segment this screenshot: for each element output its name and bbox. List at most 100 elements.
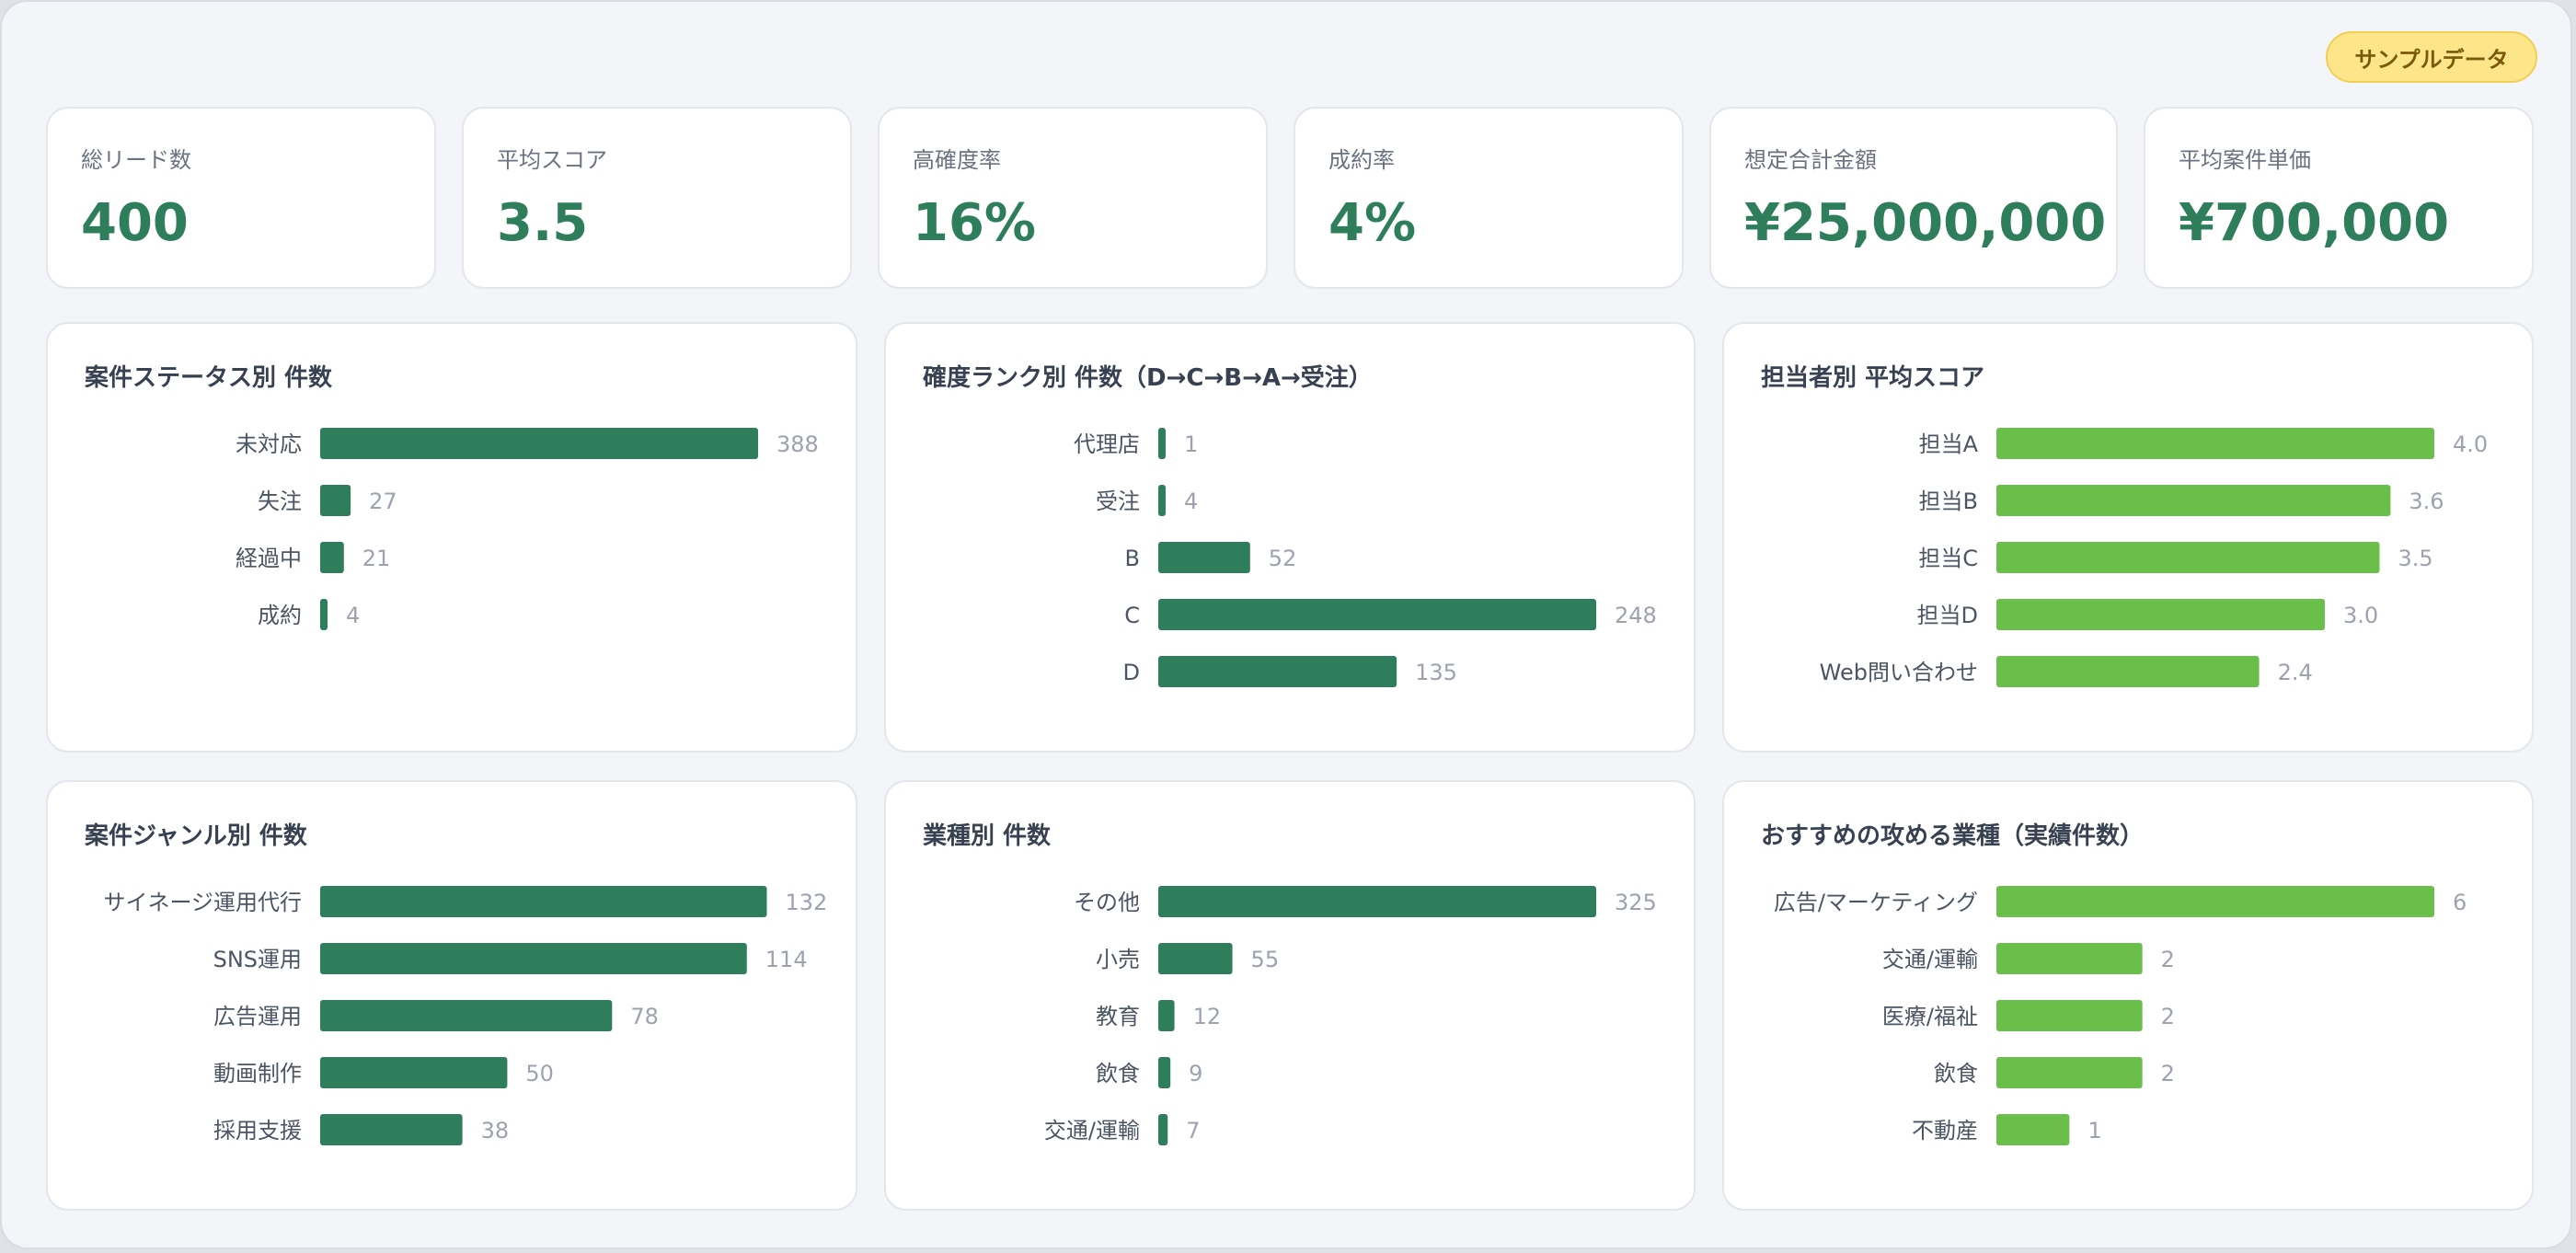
kpi-label: 総リード数 [81,147,191,173]
bar-category-label: 担当D [1917,603,1978,628]
bar-value-label: 2.4 [2278,660,2313,685]
bar [320,1114,463,1145]
bar-value-label: 9 [1189,1061,1202,1086]
bar-category-label: C [1124,603,1140,628]
bar-value-label: 38 [481,1118,510,1144]
bar [1158,428,1166,459]
bar-value-label: 2 [2161,1061,2175,1086]
kpi-card-total-amount: 想定合計金額 ¥25,000,000 [1709,107,2118,289]
bar-category-label: 飲食 [1096,1061,1140,1086]
bar-category-label: 受注 [1096,489,1140,514]
bar-category-label: 飲食 [1934,1061,1978,1086]
bar-category-label: 動画制作 [213,1061,302,1086]
bar-value-label: 114 [765,947,808,972]
bar-value-label: 52 [1269,546,1297,571]
chart-card-assignee-score: 担当者別 平均スコア 担当A 4.0 担当B 3.6 担当C 3.5 担当D 3.0 Web問い… [1722,322,2534,753]
bar-value-label: 4.0 [2453,431,2488,457]
bar-category-label: 不動産 [1912,1118,1978,1144]
bar-value-label: 1 [1184,431,1198,457]
bar [320,542,344,573]
bar [320,943,747,974]
chart-status: 未対応 388 失注 27 経過中 21 成約 4 [236,428,819,630]
bar [1996,1000,2143,1031]
bar-category-label: 医療/福祉 [1882,1004,1978,1029]
bar [320,886,767,917]
bar [1996,542,2380,573]
bar-category-label: D [1123,660,1140,685]
bar-value-label: 3.6 [2409,489,2444,514]
bar-value-label: 3.5 [2398,546,2433,571]
bar-category-label: 採用支援 [213,1118,302,1144]
kpi-value: 3.5 [497,193,589,253]
chart-genre: サイネージ運用代行 132 SNS運用 114 広告運用 78 動画制作 50 採用支援 38 [103,886,828,1145]
bar [1996,485,2391,516]
bar-value-label: 27 [369,489,397,514]
bar [1158,1000,1175,1031]
kpi-label: 平均案件単価 [2179,147,2311,173]
bar-value-label: 248 [1615,603,1657,628]
chart-rank: 代理店 1 受注 4 B 52 C 248 D 135 [1074,428,1657,687]
bar [1996,886,2434,917]
chart-card-status: 案件ステータス別 件数 未対応 388 失注 27 経過中 21 成約 4 [46,322,857,753]
chart-card-rank: 確度ランク別 件数（D→C→B→A→受注） 代理店 1 受注 4 B 52 C 248 D 135 [884,322,1696,753]
bar [1158,485,1166,516]
bar [1996,1057,2143,1088]
kpi-card-total-leads: 総リード数 400 [46,107,436,289]
bar-category-label: 広告/マーケティング [1774,890,1978,915]
bar-category-label: 経過中 [236,546,302,571]
bar [1158,656,1397,687]
chart-card-industry: 業種別 件数 その他 325 小売 55 教育 12 飲食 9 交通/運輸 7 [884,780,1696,1211]
bar [1158,943,1233,974]
bar [1158,599,1596,630]
bar-category-label: 交通/運輸 [1882,947,1978,972]
bar-value-label: 388 [776,431,819,457]
bar-category-label: その他 [1074,890,1140,915]
bar-value-label: 21 [362,546,391,571]
bar [1158,542,1250,573]
bar-category-label: 小売 [1096,947,1140,972]
kpi-value: 4% [1328,193,1417,253]
bar-category-label: 失注 [258,489,302,514]
bar [1996,943,2143,974]
bar-value-label: 1 [2087,1118,2101,1144]
bar-category-label: 教育 [1096,1004,1140,1029]
bar-category-label: 広告運用 [213,1004,302,1029]
bar-category-label: 交通/運輸 [1044,1118,1140,1144]
kpi-card-close-rate: 成約率 4% [1294,107,1684,289]
bar-category-label: 担当C [1918,546,1978,571]
bar-category-label: 担当A [1919,431,1979,457]
chart-industry: その他 325 小売 55 教育 12 飲食 9 交通/運輸 7 [1044,886,1657,1145]
bar-value-label: 3.0 [2343,603,2378,628]
bar [320,428,758,459]
chart-card-recommended-industry: おすすめの攻める業種（実績件数） 広告/マーケティング 6 交通/運輸 2 医療/福祉 2… [1722,780,2534,1211]
bar-category-label: 未対応 [236,431,302,457]
dashboard: サンプルデータ 総リード数 400 平均スコア 3.5 高確度率 16% 成約率… [0,0,2572,1249]
bar-value-label: 55 [1251,947,1280,972]
bar-category-label: B [1125,546,1140,571]
bar [1996,1114,2070,1145]
chart-recommended-industry: 広告/マーケティング 6 交通/運輸 2 医療/福祉 2 飲食 2 不動産 1 [1774,886,2467,1145]
bar-value-label: 132 [786,890,828,915]
bar-value-label: 7 [1186,1118,1200,1144]
bar [320,1000,613,1031]
bar-value-label: 135 [1415,660,1457,685]
bar-category-label: Web問い合わせ [1820,660,1978,685]
bar-value-label: 325 [1615,890,1657,915]
bar-value-label: 50 [525,1061,554,1086]
bar-category-label: SNS運用 [213,947,302,972]
kpi-card-high-confidence-rate: 高確度率 16% [878,107,1268,289]
kpi-label: 平均スコア [497,147,607,173]
bar [320,485,351,516]
kpi-value: 16% [913,193,1037,253]
bar [1996,428,2434,459]
bar [1158,1057,1171,1088]
bar-value-label: 12 [1193,1004,1222,1029]
bar-value-label: 2 [2161,1004,2175,1029]
bar [1996,599,2325,630]
bar-value-label: 6 [2453,890,2467,915]
bar [1158,886,1596,917]
kpi-label: 想定合計金額 [1744,147,1877,173]
sample-data-badge: サンプルデータ [2326,31,2537,83]
kpi-card-avg-score: 平均スコア 3.5 [462,107,852,289]
bar [1996,656,2260,687]
